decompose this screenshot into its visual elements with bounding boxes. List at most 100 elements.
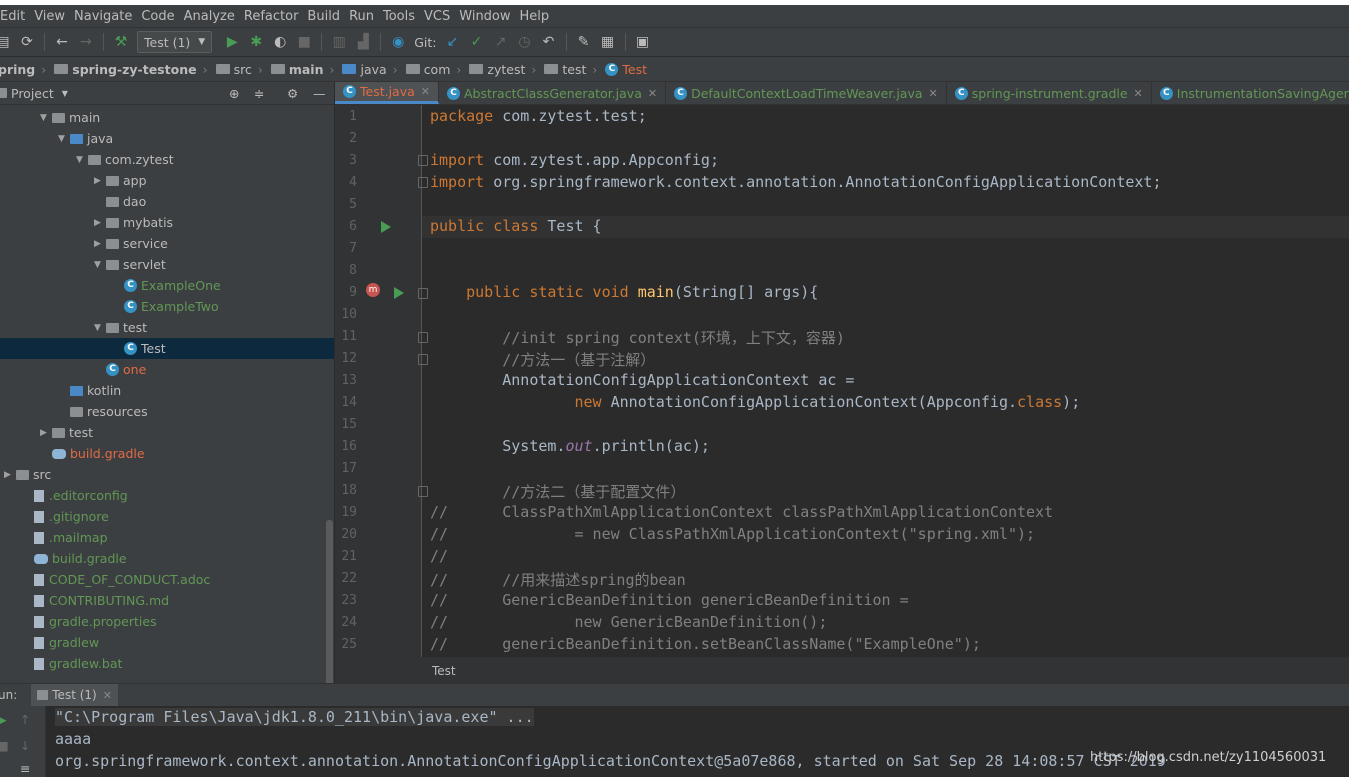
close-icon[interactable]: ✕ — [929, 87, 938, 100]
history-icon[interactable]: ◷ — [516, 33, 534, 51]
tree-item[interactable]: dao — [94, 191, 146, 212]
expanded-arrow-icon[interactable]: ▼ — [40, 113, 52, 123]
close-icon[interactable]: ✕ — [421, 85, 430, 98]
tree-item[interactable]: resources — [58, 401, 148, 422]
tree-item[interactable]: CONTRIBUTING.md — [22, 590, 169, 611]
editor-tab[interactable]: CInstrumentationSavingAgent.java✕ — [1152, 82, 1349, 104]
fold-icon[interactable] — [418, 155, 428, 166]
tree-scrollbar[interactable] — [326, 520, 333, 683]
stop-icon[interactable]: ■ — [295, 33, 313, 51]
tree-item[interactable]: gradlew — [22, 632, 99, 653]
back-icon[interactable]: ← — [53, 33, 71, 51]
run-icon[interactable]: ▶ — [223, 33, 241, 51]
save-icon[interactable]: ▤ — [0, 33, 12, 51]
tree-item[interactable]: .mailmap — [22, 527, 108, 548]
breadcrumb-item[interactable]: main › — [267, 62, 339, 77]
tree-item[interactable]: ▼ main — [40, 107, 100, 128]
tree-item[interactable]: .editorconfig — [22, 485, 128, 506]
run-tab[interactable]: Test (1) ✕ — [31, 684, 118, 706]
collapsed-arrow-icon[interactable]: ▶ — [94, 218, 106, 228]
collapse-icon[interactable]: ≑ — [254, 86, 264, 101]
tree-item[interactable]: ▼ java — [58, 128, 113, 149]
tree-item[interactable]: ▼ test — [94, 317, 147, 338]
tree-item[interactable]: ▼ com.zytest — [76, 149, 174, 170]
run-class-icon[interactable] — [381, 221, 391, 233]
rerun-icon[interactable]: ▶ — [0, 712, 7, 727]
editor-tab[interactable]: Cspring-instrument.gradle ✕ — [947, 82, 1152, 104]
presentation-icon[interactable]: ▣ — [634, 33, 652, 51]
tree-item[interactable]: gradle.properties — [22, 611, 157, 632]
run-main-icon[interactable] — [394, 287, 404, 299]
close-icon[interactable]: ✕ — [1134, 87, 1143, 100]
commit-icon[interactable]: ✓ — [468, 33, 486, 51]
editor-tab[interactable]: C AbstractClassGenerator.java ✕ — [439, 82, 667, 104]
tree-item[interactable]: C ExampleTwo — [112, 296, 219, 317]
tree-item[interactable]: gradlew.bat — [22, 653, 122, 674]
collapsed-arrow-icon[interactable]: ▶ — [94, 176, 106, 186]
minimize-icon[interactable]: — — [313, 86, 326, 101]
expanded-arrow-icon[interactable]: ▼ — [76, 155, 88, 165]
project-title[interactable]: Project — [11, 86, 54, 101]
profiler-icon[interactable]: ▟ — [354, 33, 372, 51]
tree-item[interactable]: build.gradle — [22, 548, 127, 569]
code-editor[interactable]: 1 package com.zytest.test; 2 3 import com.zy… — [335, 105, 1349, 657]
breadcrumb-item[interactable]: java › — [338, 62, 401, 77]
stop-icon[interactable]: ■ — [0, 738, 9, 753]
tree-item[interactable]: .gitignore — [22, 506, 109, 527]
tree-item[interactable]: ▶ service — [94, 233, 168, 254]
forward-icon[interactable]: → — [77, 33, 95, 51]
attach-icon[interactable]: ▥ — [330, 33, 348, 51]
collapsed-arrow-icon[interactable]: ▶ — [4, 470, 16, 480]
menu-code[interactable]: Code — [137, 9, 179, 24]
collapsed-arrow-icon[interactable]: ▶ — [40, 428, 52, 438]
debug-icon[interactable]: ✱ — [247, 33, 265, 51]
push-icon[interactable]: ↗ — [492, 33, 510, 51]
settings-wrench-icon[interactable]: ✎ — [575, 33, 593, 51]
tree-item[interactable]: ▶ mybatis — [94, 212, 173, 233]
breadcrumb-item[interactable]: src › — [212, 62, 267, 77]
update-icon[interactable]: ↙ — [444, 33, 462, 51]
scroll-down-icon[interactable]: ↓ — [20, 738, 30, 753]
breadcrumb-item[interactable]: C Test — [601, 62, 651, 77]
tree-item[interactable]: CODE_OF_CONDUCT.adoc — [22, 569, 210, 590]
tree-item[interactable]: ▶ app — [94, 170, 147, 191]
close-icon[interactable]: ✕ — [648, 87, 657, 100]
collapsed-arrow-icon[interactable]: ▶ — [94, 239, 106, 249]
close-icon[interactable]: ✕ — [103, 689, 112, 702]
tree-item[interactable]: Cone — [94, 359, 146, 380]
scroll-up-icon[interactable]: ↑ — [20, 712, 30, 727]
fold-icon[interactable] — [418, 486, 428, 497]
gear-icon[interactable]: ⚙ — [287, 86, 298, 101]
menu-vcs[interactable]: VCS — [420, 9, 455, 24]
build-hammer-icon[interactable]: ⚒ — [112, 33, 130, 51]
override-marker-icon[interactable]: m — [366, 283, 380, 297]
expanded-arrow-icon[interactable]: ▼ — [58, 134, 70, 144]
tree-item[interactable]: ▶ test — [40, 422, 93, 443]
expanded-arrow-icon[interactable]: ▼ — [94, 323, 106, 333]
tree-item[interactable]: kotlin — [58, 380, 121, 401]
tree-item[interactable]: build.gradle — [40, 443, 145, 464]
wrap-icon[interactable]: ≡ — [20, 761, 30, 776]
menu-window[interactable]: Window — [455, 9, 515, 24]
run-console[interactable]: ▶ ↑ ■ ↓ ≡ "C:\Program Files\Java\jdk1.8.… — [0, 706, 1349, 777]
tree-item[interactable]: ▼ servlet — [94, 254, 166, 275]
editor-tab[interactable]: C Test.java ✕ — [335, 82, 439, 104]
vcs-icon[interactable]: ◉ — [389, 33, 407, 51]
locate-icon[interactable]: ⊕ — [229, 86, 239, 101]
fold-icon[interactable] — [418, 332, 428, 343]
breadcrumb-item[interactable]: test › — [540, 62, 601, 77]
menu-help[interactable]: Help — [516, 9, 555, 24]
menu-analyze[interactable]: Analyze — [180, 9, 240, 24]
editor-breadcrumb-item[interactable]: Test — [432, 664, 456, 678]
menu-view[interactable]: View — [30, 9, 70, 24]
run-config-select[interactable]: Test (1) ▼ — [137, 31, 213, 53]
menu-run[interactable]: Run — [345, 9, 379, 24]
coverage-icon[interactable]: ◐ — [271, 33, 289, 51]
fold-icon[interactable] — [418, 177, 428, 188]
expanded-arrow-icon[interactable]: ▼ — [94, 260, 106, 270]
breadcrumb-item[interactable]: com › — [402, 62, 466, 77]
breadcrumb-item[interactable]: pring › — [0, 62, 50, 77]
project-structure-icon[interactable]: ▦ — [599, 33, 617, 51]
menu-edit[interactable]: Edit — [0, 9, 30, 24]
sync-icon[interactable]: ⟳ — [18, 33, 36, 51]
